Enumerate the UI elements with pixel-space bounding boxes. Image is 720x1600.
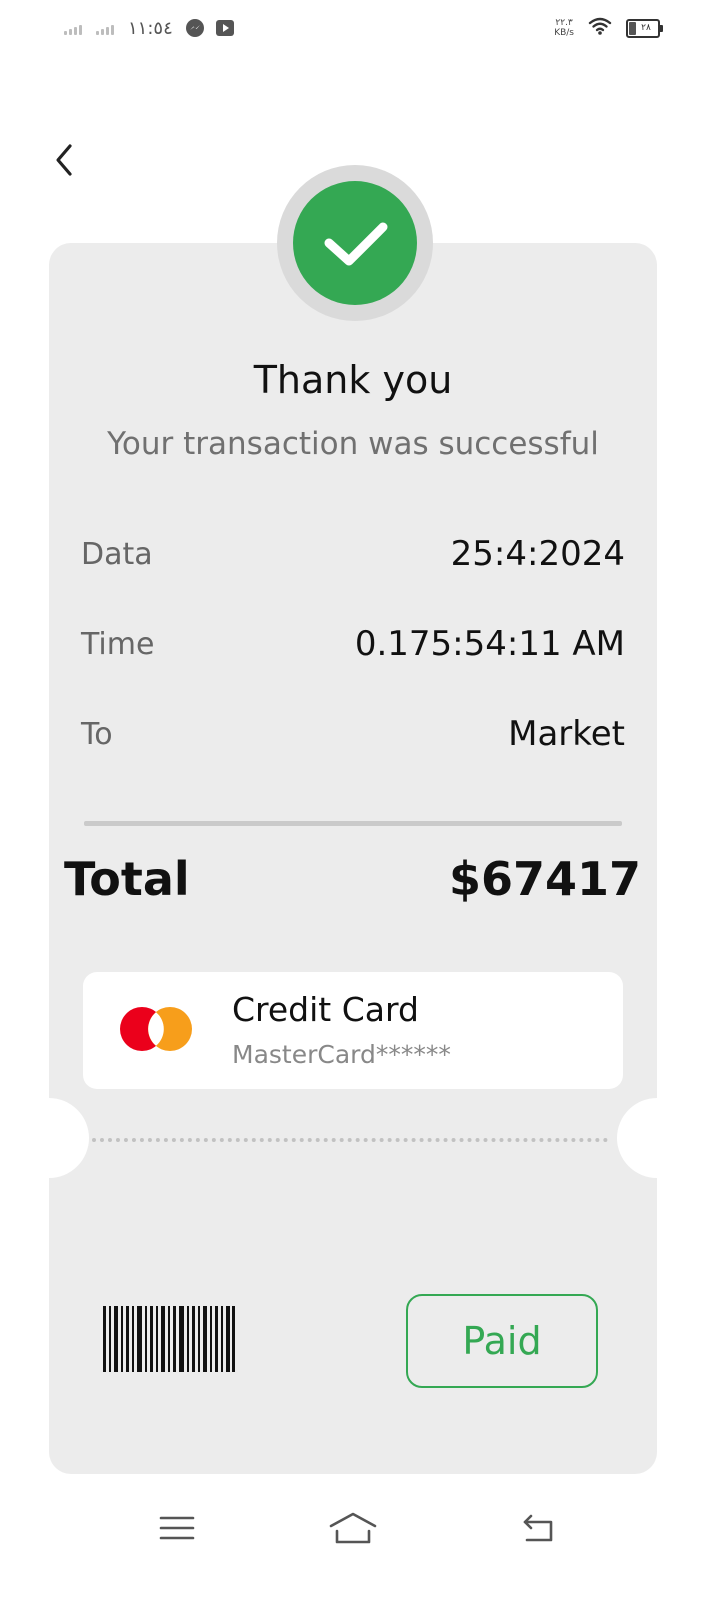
success-circle <box>293 181 417 305</box>
nav-home-button[interactable] <box>325 1504 381 1552</box>
network-speed-value: ٢٢.٣ <box>555 18 573 28</box>
page-title: Thank you <box>253 358 453 402</box>
total-label: Total <box>64 852 190 906</box>
payment-method-title: Credit Card <box>232 990 419 1029</box>
chevron-left-icon <box>56 144 72 176</box>
detail-value: Market <box>508 714 625 754</box>
perforation-line <box>92 1138 608 1142</box>
status-bar: ١١:٥٤ ٢٢.٣ KB/s ٢٨ <box>0 0 720 56</box>
detail-value: 25:4:2024 <box>450 534 625 574</box>
nav-back-button[interactable] <box>510 1504 566 1552</box>
back-icon <box>523 1514 553 1542</box>
messenger-icon <box>185 18 205 38</box>
nav-menu-button[interactable] <box>149 1504 205 1552</box>
success-badge <box>277 165 433 321</box>
battery-icon: ٢٨ <box>626 18 663 38</box>
status-bar-right: ٢٢.٣ KB/s ٢٨ <box>554 14 663 42</box>
page-subtitle: Your transaction was successful <box>107 426 599 462</box>
network-speed-unit: KB/s <box>554 28 574 38</box>
detail-row-time: Time 0.175:54:11 AM <box>81 622 625 666</box>
detail-row-date: Data 25:4:2024 <box>81 532 625 576</box>
network-speed: ٢٢.٣ KB/s <box>554 18 574 38</box>
youtube-icon <box>215 18 235 38</box>
checkmark-icon <box>324 222 388 266</box>
menu-icon <box>159 1516 195 1540</box>
battery-level: ٢٨ <box>641 23 651 33</box>
ticket-notch-right <box>617 1098 697 1178</box>
divider <box>84 821 622 826</box>
detail-value: 0.175:54:11 AM <box>354 624 625 664</box>
wifi-icon <box>588 16 612 41</box>
detail-label: To <box>81 716 113 752</box>
back-button[interactable] <box>40 136 88 184</box>
status-bar-left: ١١:٥٤ <box>64 14 245 42</box>
status-time: ١١:٥٤ <box>128 17 173 39</box>
home-icon <box>329 1512 377 1544</box>
detail-label: Time <box>81 626 155 662</box>
detail-row-recipient: To Market <box>81 712 625 756</box>
barcode <box>103 1306 235 1372</box>
paid-button[interactable]: Paid <box>406 1294 598 1388</box>
mastercard-logo <box>120 1007 192 1051</box>
ticket-notch-left <box>9 1098 89 1178</box>
total-value: $67417 <box>448 852 641 906</box>
payment-method-number: MasterCard****** <box>232 1040 451 1069</box>
total-row: Total $67417 <box>64 852 641 906</box>
signal-icon <box>64 21 82 35</box>
detail-label: Data <box>81 536 153 572</box>
payment-method-card[interactable]: Credit Card MasterCard****** <box>83 972 623 1089</box>
signal-icon <box>96 21 114 35</box>
